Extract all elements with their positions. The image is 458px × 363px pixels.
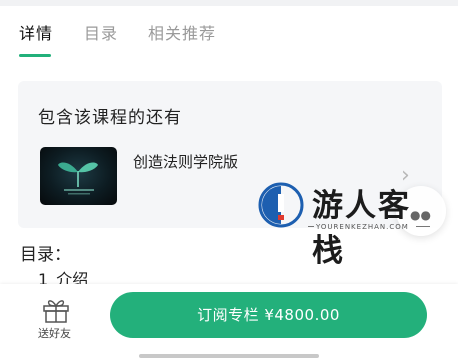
toc-item[interactable]: 1 介绍 <box>38 266 88 284</box>
tab-details[interactable]: 详情 <box>19 20 53 44</box>
card-heading: 包含该课程的还有 <box>38 108 182 128</box>
gift-label[interactable]: 送好友 <box>38 325 71 341</box>
course-title[interactable]: 创造法则学院版 <box>133 151 238 172</box>
course-thumbnail[interactable] <box>40 147 117 205</box>
watermark-rule-right <box>416 226 430 227</box>
tab-bar: 详情 目录 相关推荐 <box>0 6 458 58</box>
toc-title: 目录： <box>20 245 71 265</box>
gift-icon[interactable] <box>42 297 70 323</box>
watermark: 游人客栈 YOURENKEZHAN.COM <box>258 178 438 269</box>
tab-related[interactable]: 相关推荐 <box>148 20 216 44</box>
toc-item-number: 1 <box>38 270 49 284</box>
toc-item-label: 介绍 <box>56 270 89 284</box>
home-indicator <box>139 354 319 358</box>
subscribe-button[interactable]: 订阅专栏 ¥4800.00 <box>110 292 427 338</box>
tab-catalog[interactable]: 目录 <box>84 20 118 44</box>
watermark-subtext: YOURENKEZHAN.COM <box>316 223 409 231</box>
watermark-logo-icon <box>258 182 304 228</box>
sprout-logo-icon <box>58 162 98 195</box>
active-tab-indicator <box>19 54 51 57</box>
watermark-rule-left <box>308 226 314 227</box>
